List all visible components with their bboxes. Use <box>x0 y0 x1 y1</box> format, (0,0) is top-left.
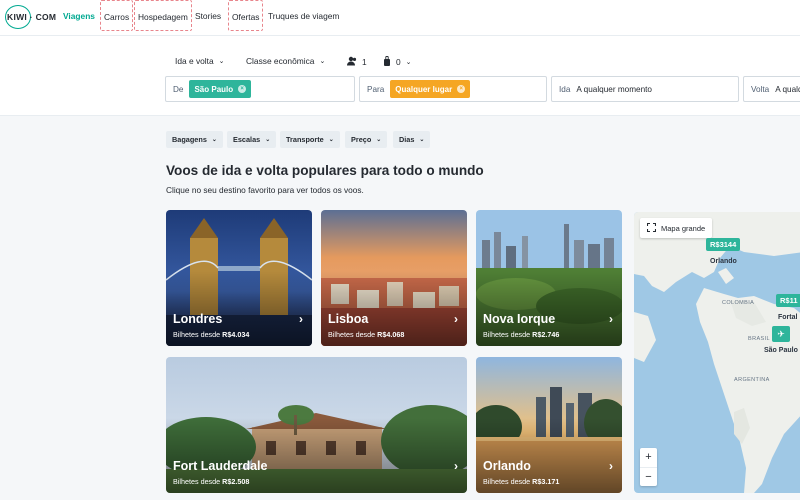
filter-label: Preço <box>351 135 372 144</box>
filter-escalas[interactable]: Escalas ⌄ <box>227 131 277 148</box>
map-city-orlando: Orlando <box>710 258 737 265</box>
card-city: Nova Iorque <box>483 312 556 326</box>
map-price-pin-fortaleza[interactable]: R$11 <box>776 294 800 307</box>
chevron-right-icon: › <box>299 312 303 326</box>
map-zoom-control: + − <box>640 448 657 486</box>
zoom-in-button[interactable]: + <box>640 448 657 467</box>
filter-bagagens[interactable]: Bagagens ⌄ <box>166 131 223 148</box>
depart-value: A qualquer momento <box>576 84 652 94</box>
nav-item-ofertas[interactable]: Ofertas <box>228 0 264 31</box>
to-chip-label: Qualquer lugar <box>395 84 453 94</box>
destination-card-lisboa[interactable]: Lisboa Bilhetes desde R$4.068 › <box>321 210 467 346</box>
chevron-right-icon: › <box>454 459 458 473</box>
destination-card-orlando[interactable]: Orlando Bilhetes desde R$3.171 › <box>476 357 622 493</box>
destination-card-nova-iorque[interactable]: Nova Iorque Bilhetes desde R$2.746 › <box>476 210 622 346</box>
from-chip-label: São Paulo <box>194 84 234 94</box>
filter-label: Escalas <box>233 135 261 144</box>
luggage-icon <box>383 56 391 68</box>
section-subtitle: Clique no seu destino favorito para ver … <box>166 185 364 195</box>
card-price: Bilhetes desde R$4.068 <box>328 330 405 339</box>
logo-text: KIWI · COM <box>7 12 57 22</box>
card-city: Fort Lauderdale <box>173 459 268 473</box>
depart-label: Ida <box>559 84 571 94</box>
map-country-colombia: COLOMBIA <box>722 300 755 306</box>
cabin-class-label: Classe econômica <box>246 56 315 66</box>
map-city-origin: São Paulo <box>764 347 798 354</box>
passenger-icon <box>347 56 357 68</box>
map-country-brasil: BRASIL <box>748 336 770 342</box>
map-city-fortaleza: Fortal <box>778 314 798 321</box>
card-price: Bilhetes desde R$4.034 <box>173 330 250 339</box>
chevron-right-icon: › <box>454 312 458 326</box>
card-city: Lisboa <box>328 312 369 326</box>
to-field[interactable]: Para Qualquer lugar × <box>359 76 547 102</box>
return-date-field[interactable]: Volta A qualquer momento <box>743 76 800 102</box>
chevron-down-icon: ⌄ <box>319 58 326 65</box>
to-chip[interactable]: Qualquer lugar × <box>390 80 471 98</box>
filter-transporte[interactable]: Transporte ⌄ <box>280 131 340 148</box>
chevron-down-icon: ⌄ <box>265 137 271 143</box>
search-panel: Ida e volta ⌄ Classe econômica ⌄ 1 0 ⌄ D… <box>0 36 800 116</box>
return-value: A qualquer momento <box>775 84 800 94</box>
cabin-class-select[interactable]: Classe econômica ⌄ <box>246 56 325 66</box>
nav-item-hospedagem[interactable]: Hospedagem <box>134 0 192 31</box>
destinations-map[interactable]: Mapa grande R$3144 Orlando R$11 Fortal ✈… <box>634 212 800 493</box>
card-city: Londres <box>173 312 223 326</box>
passengers-count: 1 <box>362 57 367 67</box>
map-country-argentina: ARGENTINA <box>734 377 770 383</box>
destination-card-londres[interactable]: Londres Bilhetes desde R$4.034 › <box>166 210 312 346</box>
bags-count: 0 <box>396 57 401 67</box>
from-chip[interactable]: São Paulo × <box>189 80 252 98</box>
from-label: De <box>173 84 184 94</box>
chevron-down-icon: ⌄ <box>211 137 217 143</box>
nav-item-stories[interactable]: Stories <box>195 0 221 31</box>
kiwi-logo[interactable]: KIWI · COM <box>5 5 57 29</box>
chevron-down-icon: ⌄ <box>328 137 334 143</box>
map-price-pin-orlando[interactable]: R$3144 <box>706 238 741 251</box>
zoom-out-button[interactable]: − <box>640 467 657 486</box>
close-icon[interactable]: × <box>457 85 466 93</box>
to-label: Para <box>367 84 385 94</box>
destination-card-fort-lauderdale[interactable]: Fort Lauderdale Bilhetes desde R$2.508 › <box>166 357 467 493</box>
bags-select[interactable]: 0 ⌄ <box>383 56 412 68</box>
filter-preco[interactable]: Preço ⌄ <box>345 131 388 148</box>
top-navigation: KIWI · COM Viagens Carros Hospedagem Sto… <box>0 0 800 36</box>
depart-date-field[interactable]: Ida A qualquer momento <box>551 76 739 102</box>
big-map-button[interactable]: Mapa grande <box>640 218 713 238</box>
chevron-down-icon: ⌄ <box>376 137 382 143</box>
nav-item-viagens[interactable]: Viagens <box>63 0 95 31</box>
filter-label: Transporte <box>286 135 324 144</box>
trip-type-select[interactable]: Ida e volta ⌄ <box>175 56 225 66</box>
plane-icon[interactable]: ✈ <box>772 326 790 342</box>
chevron-down-icon: ⌄ <box>405 59 412 66</box>
trip-type-label: Ida e volta <box>175 56 214 66</box>
expand-icon <box>646 222 657 234</box>
nav-item-truques[interactable]: Truques de viagem <box>268 0 339 31</box>
chevron-down-icon: ⌄ <box>218 58 225 65</box>
chevron-right-icon: › <box>609 459 613 473</box>
section-title: Voos de ida e volta populares para todo … <box>166 163 484 178</box>
from-field[interactable]: De São Paulo × <box>165 76 355 102</box>
nav-item-carros[interactable]: Carros <box>100 0 134 31</box>
card-city: Orlando <box>483 459 531 473</box>
filter-dias[interactable]: Dias ⌄ <box>393 131 431 148</box>
card-price: Bilhetes desde R$2.746 <box>483 330 560 339</box>
close-icon[interactable]: × <box>238 85 247 93</box>
card-price: Bilhetes desde R$3.171 <box>483 477 560 486</box>
filter-label: Bagagens <box>172 135 207 144</box>
chevron-right-icon: › <box>609 312 613 326</box>
big-map-label: Mapa grande <box>661 223 706 233</box>
return-label: Volta <box>751 84 770 94</box>
chevron-down-icon: ⌄ <box>419 137 425 143</box>
filter-label: Dias <box>399 135 415 144</box>
passengers-select[interactable]: 1 <box>347 56 367 68</box>
card-price: Bilhetes desde R$2.508 <box>173 477 250 486</box>
